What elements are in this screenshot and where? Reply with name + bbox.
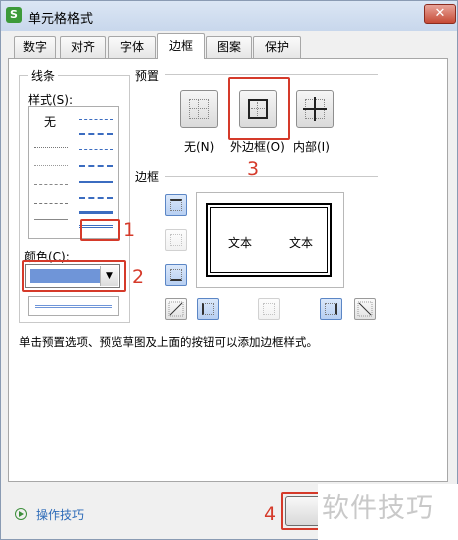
- annotation-number-1: 1: [123, 219, 136, 241]
- preview-cell: [206, 203, 332, 277]
- border-inside-vertical-icon: [263, 303, 275, 315]
- annotation-number-2: 2: [132, 266, 145, 288]
- watermark: 软件技巧: [322, 493, 434, 524]
- line-style-option[interactable]: [79, 211, 113, 214]
- line-style-option[interactable]: [34, 147, 68, 148]
- line-style-option[interactable]: [34, 203, 68, 204]
- tab-protection[interactable]: 保护: [253, 36, 301, 58]
- line-style-option[interactable]: [79, 149, 113, 150]
- border-diagonal-down-button[interactable]: [354, 298, 376, 320]
- preset-outline-label[interactable]: 外边框(O): [230, 138, 285, 155]
- line-sample-preview: [28, 296, 119, 316]
- border-bottom-button[interactable]: [165, 264, 187, 286]
- preset-divider: [165, 74, 378, 75]
- preset-none-icon-h: [189, 108, 209, 109]
- line-style-option[interactable]: [34, 165, 68, 166]
- preset-none-icon: [189, 99, 209, 119]
- tab-font[interactable]: 字体: [108, 36, 156, 58]
- preset-inside-button[interactable]: [296, 90, 334, 128]
- tips-link[interactable]: 操作技巧: [36, 506, 84, 523]
- line-group-title: 线条: [28, 67, 59, 84]
- preset-inside-icon-h: [303, 108, 327, 110]
- sample-double-line: [35, 305, 112, 308]
- border-left-icon: [202, 303, 214, 315]
- preview-text-left: 文本: [228, 236, 253, 250]
- line-style-option[interactable]: [79, 133, 113, 135]
- line-style-option[interactable]: [79, 165, 113, 167]
- tab-border[interactable]: 边框: [157, 33, 205, 59]
- line-style-option[interactable]: [79, 181, 113, 183]
- app-icon: S: [6, 7, 22, 23]
- border-left-button[interactable]: [197, 298, 219, 320]
- preset-none-label[interactable]: 无(N): [184, 138, 214, 155]
- line-style-option[interactable]: [34, 184, 68, 185]
- line-style-option[interactable]: [34, 219, 68, 220]
- tab-alignment[interactable]: 对齐: [60, 36, 106, 58]
- preview-text-right: 文本: [289, 236, 314, 250]
- border-inside-vertical-button[interactable]: [258, 298, 280, 320]
- border-inside-horizontal-icon: [170, 234, 182, 246]
- annotation-box-1: [80, 219, 120, 241]
- border-bottom-icon: [170, 269, 182, 281]
- preset-group-title: 预置: [132, 67, 163, 84]
- annotation-number-4: 4: [264, 503, 277, 525]
- border-right-button[interactable]: [320, 298, 342, 320]
- preset-none-icon-v: [198, 99, 199, 119]
- style-none-label[interactable]: 无: [44, 113, 56, 130]
- border-top-button[interactable]: [165, 194, 187, 216]
- hint-text: 单击预置选项、预览草图及上面的按钮可以添加边框样式。: [19, 335, 318, 349]
- border-top-icon: [170, 199, 182, 211]
- tab-number[interactable]: 数字: [14, 36, 56, 58]
- preset-inside-label[interactable]: 内部(I): [293, 138, 330, 155]
- border-diagonal-up-button[interactable]: [165, 298, 187, 320]
- close-button[interactable]: ✕: [424, 4, 456, 24]
- border-group-title: 边框: [132, 168, 163, 185]
- line-style-option[interactable]: [79, 119, 113, 120]
- preset-none-button[interactable]: [180, 90, 218, 128]
- border-right-icon: [325, 303, 337, 315]
- border-divider: [165, 176, 378, 177]
- diagonal-up-icon: [168, 301, 184, 317]
- tab-pattern[interactable]: 图案: [206, 36, 252, 58]
- line-style-option[interactable]: [79, 197, 113, 199]
- dialog-title: 单元格格式: [28, 12, 94, 27]
- border-inside-horizontal-button[interactable]: [165, 229, 187, 251]
- diagonal-down-icon: [357, 301, 373, 317]
- border-preview[interactable]: 文本 文本: [196, 192, 344, 288]
- annotation-box-3: [228, 77, 290, 140]
- annotation-box-2: [22, 260, 126, 292]
- play-circle-icon[interactable]: [15, 508, 27, 520]
